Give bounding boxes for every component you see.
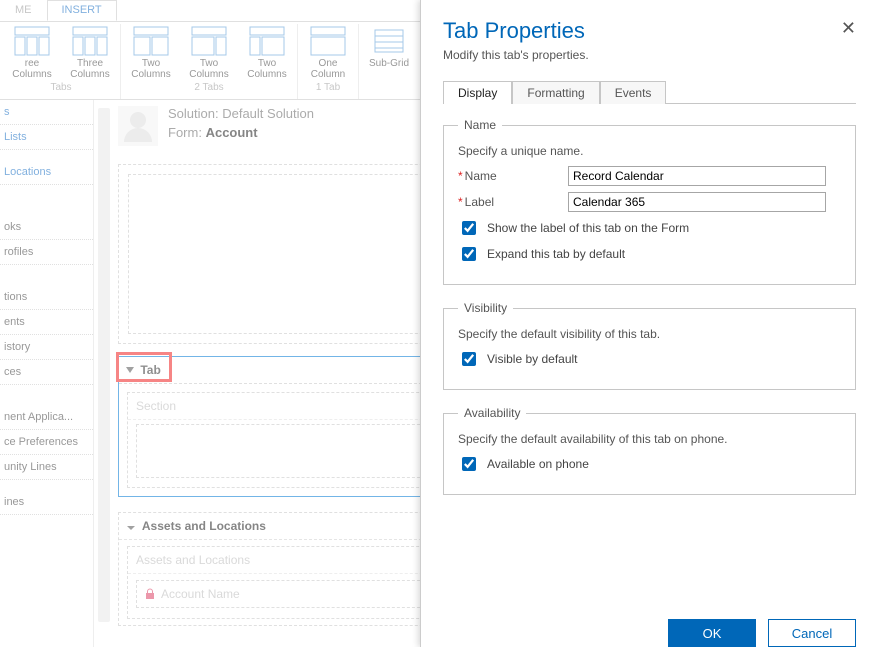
dialog-body: Name Specify a unique name. Name Label S… xyxy=(421,104,878,609)
visibility-hint: Specify the default visibility of this t… xyxy=(458,327,841,341)
three-columns-button-b[interactable]: ThreeColumns xyxy=(64,24,116,80)
canvas-scrollbar[interactable] xyxy=(98,108,110,622)
leftnav-item[interactable]: ces xyxy=(0,360,93,385)
selected-tab[interactable]: Tab Section xyxy=(118,356,458,497)
legend-name: Name xyxy=(458,118,502,132)
expand-caret-icon xyxy=(126,367,134,373)
visible-default-checkbox[interactable] xyxy=(462,352,476,366)
solution-line: Solution: Default Solution xyxy=(168,106,314,121)
leftnav-item[interactable]: unity Lines xyxy=(0,455,93,480)
expand-default-text: Expand this tab by default xyxy=(487,247,625,261)
tab-properties-dialog: Tab Properties Modify this tab's propert… xyxy=(420,0,878,647)
leftnav-item[interactable]: tions xyxy=(0,285,93,310)
form-header: Solution: Default Solution Form: Account xyxy=(118,106,314,146)
three-columns-button-a[interactable]: reeColumns xyxy=(6,24,58,80)
dialog-title: Tab Properties xyxy=(443,18,589,44)
legend-availability: Availability xyxy=(458,406,526,420)
ok-button[interactable]: OK xyxy=(668,619,756,647)
available-phone-text: Available on phone xyxy=(487,457,589,471)
leftnav-item[interactable]: ines xyxy=(0,490,93,515)
expand-default-checkbox[interactable] xyxy=(462,247,476,261)
tab-section[interactable]: Section xyxy=(127,392,449,488)
ribbon-group-label-1tab: 1 Tab xyxy=(316,82,340,93)
ribbon-group-label-2tabs: 2 Tabs xyxy=(194,82,223,93)
leftnav-item[interactable]: Lists xyxy=(0,125,93,150)
fieldset-name: Name Specify a unique name. Name Label S… xyxy=(443,118,856,285)
section-title: Section xyxy=(128,393,448,420)
ribbon-group-3tabs: reeColumns ThreeColumns Tabs xyxy=(2,24,121,99)
ribbon-group-1tab: OneColumn 1 Tab xyxy=(298,24,359,99)
tab-label: Tab xyxy=(140,363,160,377)
subgrid-button[interactable]: Sub-Grid xyxy=(363,24,415,80)
leftnav-item[interactable]: s xyxy=(0,100,93,125)
assets-field[interactable]: Account Name xyxy=(136,580,440,608)
section-inner[interactable] xyxy=(136,424,440,478)
assets-tab[interactable]: Assets and Locations Assets and Location… xyxy=(118,512,458,626)
lock-icon xyxy=(145,588,155,600)
show-label-text: Show the label of this tab on the Form xyxy=(487,221,689,235)
legend-visibility: Visibility xyxy=(458,301,513,315)
two-columns-button-c[interactable]: TwoColumns xyxy=(241,24,293,80)
name-hint: Specify a unique name. xyxy=(458,144,841,158)
assets-section[interactable]: Assets and Locations Account Name xyxy=(127,546,449,619)
leftnav-item[interactable]: rofiles xyxy=(0,240,93,265)
form-line: Form: Account xyxy=(168,125,314,140)
form-body-inner-frame xyxy=(128,174,448,334)
leftnav-item[interactable]: Locations xyxy=(0,160,93,185)
assets-section-title: Assets and Locations xyxy=(128,547,448,574)
availability-hint: Specify the default availability of this… xyxy=(458,432,841,446)
ribbon-tab-insert[interactable]: INSERT xyxy=(47,0,117,21)
dialog-close-button[interactable]: ✕ xyxy=(841,18,856,39)
fieldset-visibility: Visibility Specify the default visibilit… xyxy=(443,301,856,390)
leftnav-item[interactable]: istory xyxy=(0,335,93,360)
ribbon-group-label-tabs: Tabs xyxy=(50,82,71,93)
tab-header[interactable]: Tab xyxy=(119,357,457,384)
show-label-checkbox[interactable] xyxy=(462,221,476,235)
assets-header[interactable]: Assets and Locations xyxy=(119,513,457,540)
leftnav-item[interactable]: oks xyxy=(0,215,93,240)
dialog-tab-events[interactable]: Events xyxy=(600,81,667,104)
available-phone-checkbox[interactable] xyxy=(462,457,476,471)
fieldset-availability: Availability Specify the default availab… xyxy=(443,406,856,495)
dialog-footer: OK Cancel xyxy=(421,609,878,647)
ribbon-group-2tabs: TwoColumns TwoColumns TwoColumns 2 Tabs xyxy=(121,24,298,99)
label-label: Label xyxy=(458,195,494,209)
dialog-tab-formatting[interactable]: Formatting xyxy=(512,81,599,104)
avatar-placeholder-icon xyxy=(118,106,158,146)
expand-caret-icon xyxy=(127,526,135,530)
leftnav-item[interactable]: ents xyxy=(0,310,93,335)
dialog-subtitle: Modify this tab's properties. xyxy=(443,48,589,62)
name-label: Name xyxy=(458,169,497,183)
left-nav: s Lists Locations oks rofiles tions ents… xyxy=(0,100,94,647)
two-columns-button-b[interactable]: TwoColumns xyxy=(183,24,235,80)
one-column-button[interactable]: OneColumn xyxy=(302,24,354,80)
visible-default-text: Visible by default xyxy=(487,352,578,366)
close-icon: ✕ xyxy=(841,18,856,38)
name-input[interactable] xyxy=(568,166,826,186)
leftnav-item[interactable]: ce Preferences xyxy=(0,430,93,455)
label-input[interactable] xyxy=(568,192,826,212)
dialog-tab-display[interactable]: Display xyxy=(443,81,512,104)
cancel-button[interactable]: Cancel xyxy=(768,619,856,647)
leftnav-item[interactable]: nent Applica... xyxy=(0,405,93,430)
ribbon-tab-home[interactable]: ME xyxy=(0,0,47,21)
two-columns-button-a[interactable]: TwoColumns xyxy=(125,24,177,80)
dialog-tabstrip: Display Formatting Events xyxy=(443,80,856,104)
